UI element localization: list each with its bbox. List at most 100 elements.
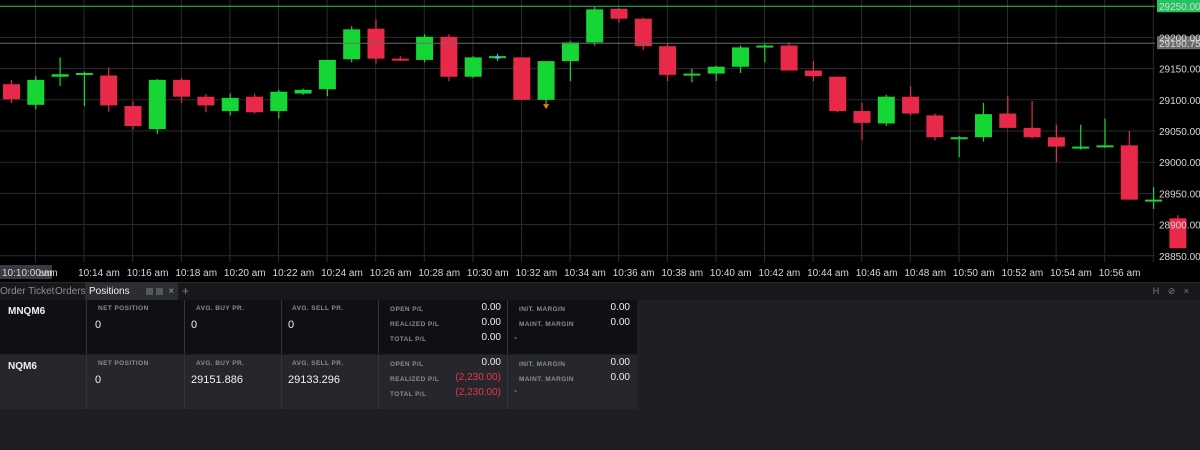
margin-cell: INIT. MARGIN 0.00 MAINT. MARGIN 0.00 - <box>508 300 637 354</box>
candle-down <box>3 84 20 100</box>
tab-order-ticket[interactable]: Order Ticket <box>0 283 54 301</box>
candle-down <box>804 70 822 77</box>
tab-orders[interactable]: Orders <box>55 283 86 301</box>
x-tick-label: 10:34 am <box>564 268 606 279</box>
net-position-header: NET POSITION <box>98 305 149 312</box>
x-tick-label: 10:46 am <box>856 268 898 279</box>
net-position-header: NET POSITION <box>98 360 149 367</box>
candle-up <box>148 79 166 130</box>
x-tick-label: 10:36 am <box>613 268 655 279</box>
chart-canvas[interactable]: 29250.0029190.7528850.0028900.0028950.00… <box>0 0 1200 282</box>
net-position-value: 0 <box>95 374 102 386</box>
candle-up <box>270 91 288 112</box>
x-tick-label: 10:38 am <box>661 268 703 279</box>
x-tick-label: am <box>39 268 53 279</box>
candle-down <box>1023 127 1041 138</box>
symbol-cell: NQM6 <box>0 355 87 409</box>
add-tab-icon[interactable]: + <box>182 283 189 300</box>
margin-dash: - <box>514 333 518 344</box>
candle-down <box>999 113 1017 128</box>
tab-positions[interactable]: Positions × <box>85 283 179 301</box>
candle-down <box>391 58 409 61</box>
avg-sell-value: 0 <box>288 319 295 331</box>
candle-up <box>877 96 895 124</box>
open-pl-value: 0.00 <box>481 302 501 313</box>
net-position-cell: NET POSITION 0 <box>87 300 185 354</box>
panel-controls[interactable]: H ⊘ × <box>1153 283 1192 300</box>
x-tick-label: 10:16 am <box>127 268 169 279</box>
symbol-cell: MNQM6 <box>0 300 87 354</box>
avg-sell-cell: AVG. SELL PR. 29133.296 <box>282 355 379 409</box>
avg-sell-header: AVG. SELL PR. <box>292 360 344 367</box>
candle-up <box>561 42 579 62</box>
realized-pl-value: (2,230.00) <box>455 372 501 383</box>
pl-cell: OPEN P/L 0.00 REALIZED P/L (2,230.00) TO… <box>379 355 508 409</box>
x-tick-label: 10:50 am <box>953 268 995 279</box>
x-tick-label: 10:32 am <box>516 268 558 279</box>
symbol: MNQM6 <box>8 306 46 317</box>
candle-down <box>610 8 628 19</box>
x-tick-label: 10:40 am <box>710 268 752 279</box>
x-tick-label: 10:22 am <box>273 268 315 279</box>
x-tick-label: 10:42 am <box>759 268 801 279</box>
candle-up <box>318 59 336 90</box>
candlestick-chart[interactable]: 29250.00 29190.75 28850.00 28900.00 28950.00… <box>0 0 1200 282</box>
y-tick-label: 29200.00 <box>1159 33 1200 44</box>
x-tick-label: 10:48 am <box>904 268 946 279</box>
margin-cell: INIT. MARGIN 0.00 MAINT. MARGIN 0.00 - <box>508 355 637 409</box>
candle-down <box>1120 145 1138 200</box>
x-tick-label: 10:54 am <box>1050 268 1092 279</box>
x-tick-label: 10:20 am <box>224 268 266 279</box>
candle-up <box>51 74 69 77</box>
tab-detach-icon[interactable] <box>146 287 154 295</box>
y-tick-label: 28850.00 <box>1159 252 1200 263</box>
maint-margin-value: 0.00 <box>610 372 630 383</box>
net-position-value: 0 <box>95 319 102 331</box>
x-tick-label: 10:18 am <box>175 268 217 279</box>
candle-up <box>975 114 992 138</box>
tab-maximize-icon[interactable] <box>156 287 164 295</box>
candle-up <box>1096 145 1114 148</box>
x-tick-label: 10:24 am <box>321 268 363 279</box>
candle-down <box>902 96 920 114</box>
avg-sell-header: AVG. SELL PR. <box>292 305 344 312</box>
candle-up <box>707 66 725 74</box>
avg-buy-header: AVG. BUY PR. <box>196 305 245 312</box>
candle-down <box>197 96 215 106</box>
open-pl-value: 0.00 <box>481 357 501 368</box>
total-pl-value: (2,230.00) <box>455 387 501 398</box>
candle-up <box>950 137 968 140</box>
position-row-nqm6[interactable]: NQM6 NET POSITION 0 AVG. BUY PR. 29151.8… <box>0 355 637 409</box>
candle-down <box>100 75 118 106</box>
candle-down <box>659 46 677 75</box>
candle-up <box>294 89 312 94</box>
position-row-mnqm6[interactable]: MNQM6 NET POSITION 0 AVG. BUY PR. 0 AVG.… <box>0 300 637 354</box>
candle-up <box>586 9 604 43</box>
avg-buy-cell: AVG. BUY PR. 0 <box>185 300 282 354</box>
candle-down <box>173 79 191 97</box>
margin-dash: - <box>514 386 518 397</box>
candle-up <box>27 79 45 105</box>
avg-buy-value: 29151.886 <box>191 374 243 386</box>
candle-down <box>780 45 798 71</box>
candle-up <box>537 61 555 100</box>
candle-down <box>1047 137 1065 147</box>
y-tick-label: 29050.00 <box>1159 127 1200 138</box>
avg-buy-cell: AVG. BUY PR. 29151.886 <box>185 355 282 409</box>
candle-up <box>1072 146 1090 149</box>
x-tick-label: 10:56 am <box>1099 268 1141 279</box>
candle-up <box>464 57 482 77</box>
candle-down <box>926 115 944 138</box>
avg-sell-cell: AVG. SELL PR. 0 <box>282 300 379 354</box>
init-margin-value: 0.00 <box>610 302 630 313</box>
candle-up <box>756 45 774 48</box>
y-tick-label: 29150.00 <box>1159 65 1200 76</box>
realized-pl-value: 0.00 <box>481 317 501 328</box>
y-tick-label: 28900.00 <box>1159 221 1200 232</box>
tab-close-icon[interactable]: × <box>168 286 174 297</box>
candle-down <box>246 96 263 113</box>
y-tick-label: 28950.00 <box>1159 189 1200 200</box>
candle-up <box>683 73 701 76</box>
candle-down <box>853 111 871 123</box>
x-tick-label: 10:26 am <box>370 268 412 279</box>
